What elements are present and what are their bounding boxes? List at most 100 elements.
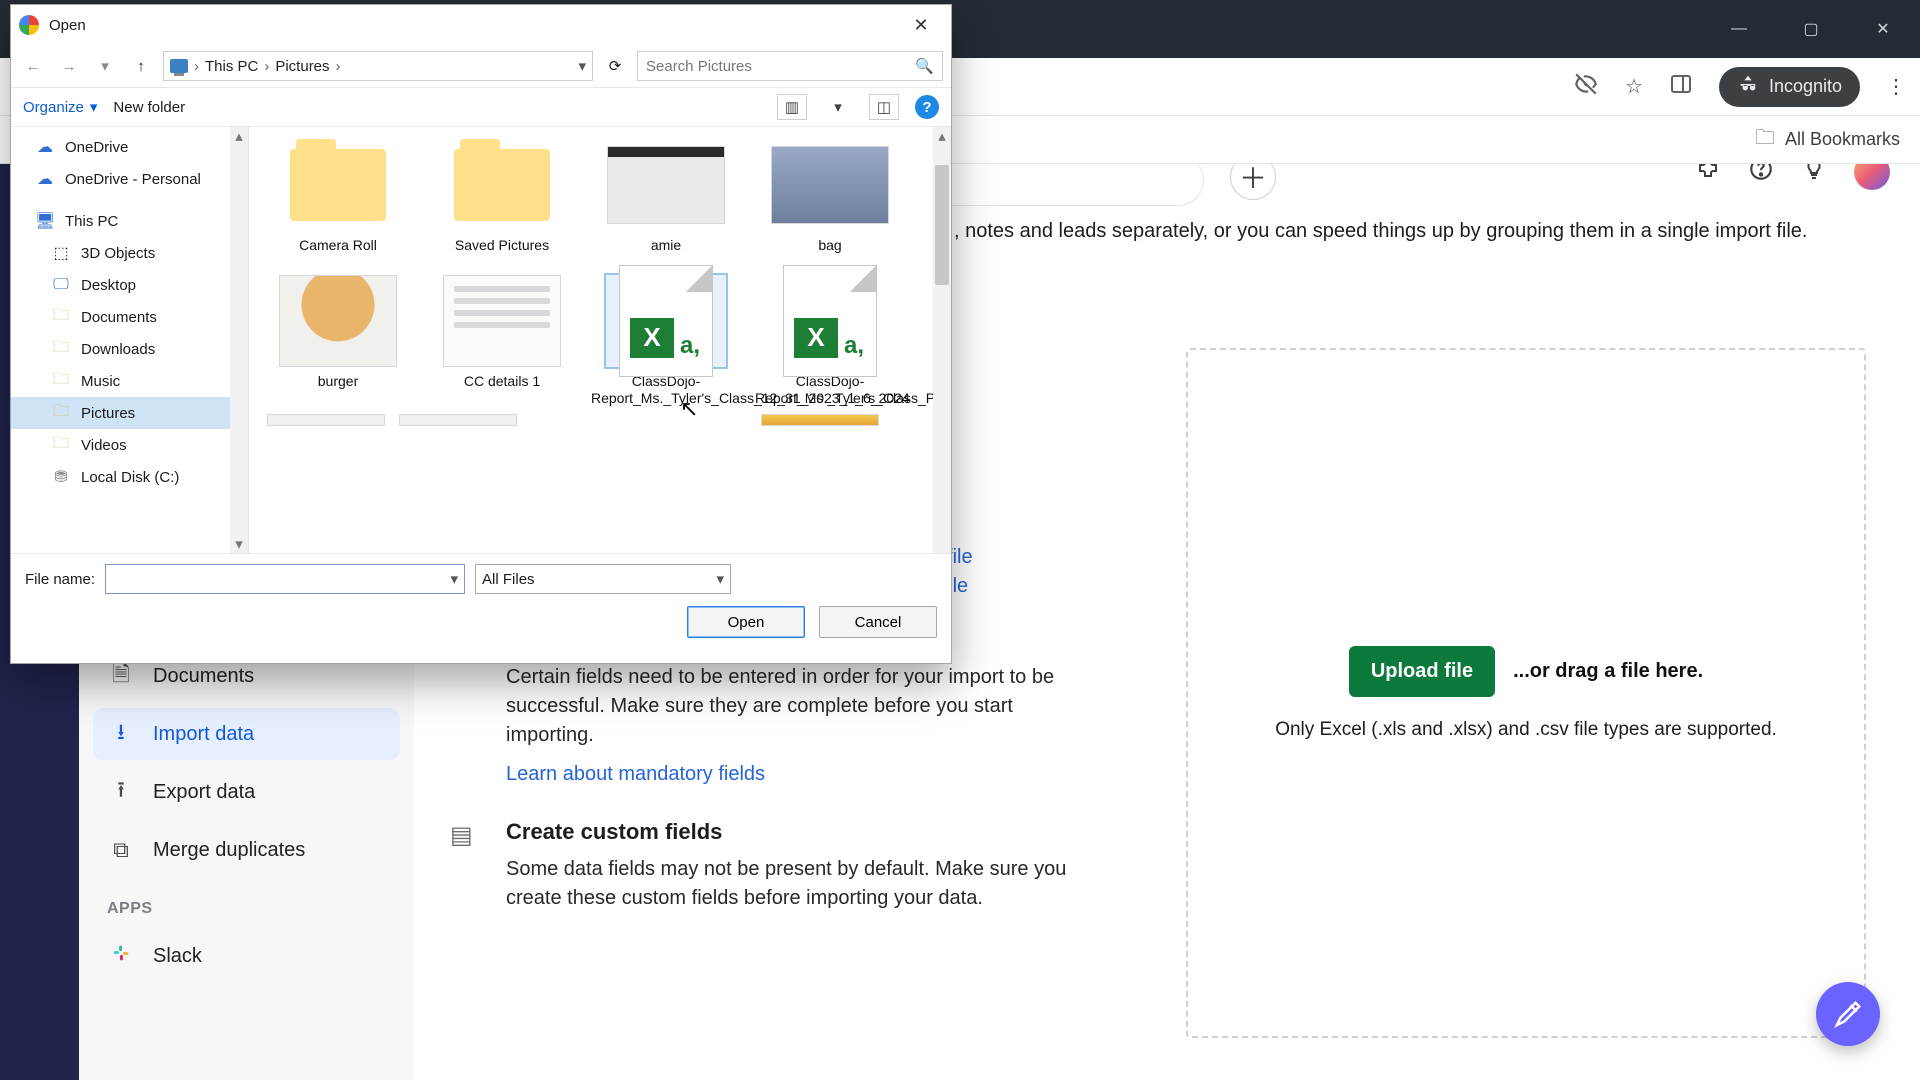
folder-icon: 🗀 xyxy=(1755,123,1775,157)
nav-back-button[interactable]: ← xyxy=(19,52,47,80)
side-panel-icon[interactable] xyxy=(1669,72,1693,102)
file-item-classdojo-report-1[interactable]: Xa, ClassDojo-Report_Ms._Tyler's_Class_1… xyxy=(591,275,741,408)
chrome-logo-icon xyxy=(19,15,39,35)
file-item-camera-roll[interactable]: Camera Roll xyxy=(263,139,413,255)
file-item-amie[interactable]: amie xyxy=(591,139,741,255)
excel-file-icon: Xa, xyxy=(619,265,713,377)
new-folder-button[interactable]: New folder xyxy=(113,99,185,116)
bulb-icon[interactable] xyxy=(1802,164,1826,188)
tree-item-3d-objects[interactable]: ⬚3D Objects xyxy=(11,237,248,269)
file-grid: Camera Roll Saved Pictures amie bag burg… xyxy=(249,127,951,553)
file-item-burger[interactable]: burger xyxy=(263,275,413,408)
upload-dropzone[interactable]: Upload file ...or drag a file here. Only… xyxy=(1186,348,1866,1038)
all-bookmarks-link[interactable]: All Bookmarks xyxy=(1785,129,1900,150)
open-button[interactable]: Open xyxy=(687,606,805,638)
help-icon[interactable] xyxy=(1748,164,1774,189)
address-breadcrumb[interactable]: › This PC › Pictures › ▾ xyxy=(163,51,593,81)
tree-scrollbar[interactable]: ▴▾ xyxy=(230,127,248,553)
tree-item-desktop[interactable]: 🖵Desktop xyxy=(11,269,248,301)
excel-file-icon: Xa, xyxy=(783,265,877,377)
section-body: Certain fields need to be entered in ord… xyxy=(506,663,1096,750)
incognito-icon xyxy=(1737,73,1759,100)
dialog-titlebar: Open ✕ xyxy=(11,5,951,45)
section-custom-fields: ▤ Create custom fields Some data fields … xyxy=(450,819,1190,913)
chevron-down-icon[interactable]: ▾ xyxy=(451,570,459,588)
window-maximize-button[interactable]: ▢ xyxy=(1788,11,1834,47)
sidebar-item-slack[interactable]: Slack xyxy=(93,930,400,982)
refresh-button[interactable]: ⟳ xyxy=(601,52,629,80)
address-dropdown-icon[interactable]: ▾ xyxy=(578,57,586,75)
dialog-bottom-controls: File name: ▾ All Files ▾ Open Cancel xyxy=(11,553,951,663)
incognito-chip[interactable]: Incognito xyxy=(1719,67,1860,107)
tree-item-videos[interactable]: 🗀Videos xyxy=(11,429,248,461)
extensions-icon[interactable] xyxy=(1696,164,1720,188)
file-name-input[interactable] xyxy=(112,571,450,587)
page-top-right-tools xyxy=(1696,164,1890,190)
dialog-toolbar: Organize ▾ New folder ▥ ▾ ◫ ? xyxy=(11,87,951,127)
tree-item-local-disk[interactable]: ⛃Local Disk (C:) xyxy=(11,461,248,493)
section-title: Create custom fields xyxy=(506,819,1096,845)
sidebar-item-merge-duplicates[interactable]: ⧉ Merge duplicates xyxy=(93,824,400,876)
file-item-saved-pictures[interactable]: Saved Pictures xyxy=(427,139,577,255)
tree-item-onedrive[interactable]: ☁OneDrive xyxy=(11,131,248,163)
folder-icon: 🗀 xyxy=(51,304,71,331)
image-thumbnail xyxy=(279,275,397,367)
sidebar-item-import-data[interactable]: ⭳ Import data xyxy=(93,708,400,760)
kebab-menu-icon[interactable]: ⋮ xyxy=(1886,74,1906,99)
cloud-icon: ☁ xyxy=(35,137,55,157)
pictures-folder-icon: 🗀 xyxy=(51,400,71,427)
search-input[interactable]: Search Pictures 🔍 xyxy=(637,51,943,81)
intro-text-fragment: , notes and leads separately, or you can… xyxy=(954,220,1807,243)
breadcrumb-folder[interactable]: Pictures xyxy=(275,58,329,75)
dialog-close-button[interactable]: ✕ xyxy=(899,9,943,41)
window-close-button[interactable]: ✕ xyxy=(1860,11,1906,47)
view-mode-button[interactable]: ▥ xyxy=(777,94,807,120)
file-item-classdojo-report-2[interactable]: Xa, ClassDojo-Report_Ms._Tyler's_Class_P… xyxy=(755,275,905,408)
sidebar-item-label: Import data xyxy=(153,723,254,746)
preview-pane-button[interactable]: ◫ xyxy=(869,94,899,120)
sidebar-item-label: Documents xyxy=(153,665,254,688)
upload-icon: ⭱ xyxy=(107,773,135,811)
desktop-icon: 🖵 xyxy=(51,276,71,294)
merge-icon: ⧉ xyxy=(107,837,135,863)
sidebar-heading-apps: APPS xyxy=(93,882,400,924)
file-name-combo[interactable]: ▾ xyxy=(105,564,465,594)
upload-file-button[interactable]: Upload file xyxy=(1349,646,1495,697)
sidebar-item-export-data[interactable]: ⭱ Export data xyxy=(93,766,400,818)
file-type-value: All Files xyxy=(482,571,535,588)
tree-item-documents[interactable]: 🗀Documents xyxy=(11,301,248,333)
cube-icon: ⬚ xyxy=(51,243,71,263)
incognito-label: Incognito xyxy=(1769,76,1842,97)
learn-mandatory-fields-link[interactable]: Learn about mandatory fields xyxy=(506,760,765,789)
view-dropdown-icon[interactable]: ▾ xyxy=(823,94,853,120)
files-scrollbar[interactable]: ▴ xyxy=(933,127,951,553)
chevron-right-icon: › xyxy=(336,58,341,75)
nav-up-button[interactable]: ↑ xyxy=(127,52,155,80)
organize-menu[interactable]: Organize ▾ xyxy=(23,98,97,116)
add-button[interactable]: ＋ xyxy=(1230,164,1276,200)
avatar[interactable] xyxy=(1854,164,1890,190)
file-name-label: File name: xyxy=(25,571,95,588)
slack-icon xyxy=(107,942,135,970)
chevron-down-icon: ▾ xyxy=(90,98,98,116)
tree-item-this-pc[interactable]: 🖥This PC xyxy=(11,205,248,237)
visibility-off-icon[interactable] xyxy=(1573,71,1599,103)
star-icon[interactable]: ☆ xyxy=(1625,74,1643,99)
tree-item-music[interactable]: 🗀Music xyxy=(11,365,248,397)
dialog-help-button[interactable]: ? xyxy=(915,95,939,119)
tree-item-pictures[interactable]: 🗀Pictures xyxy=(11,397,248,429)
tree-item-onedrive-personal[interactable]: ☁OneDrive - Personal xyxy=(11,163,248,195)
file-item-cc-details[interactable]: CC details 1 xyxy=(427,275,577,408)
file-type-combo[interactable]: All Files ▾ xyxy=(475,564,731,594)
breadcrumb-root[interactable]: This PC xyxy=(205,58,258,75)
folder-icon xyxy=(290,149,386,221)
help-fab[interactable] xyxy=(1816,982,1880,1046)
nav-recent-dropdown[interactable]: ▾ xyxy=(91,52,119,80)
pc-icon xyxy=(170,59,188,73)
window-minimize-button[interactable]: ― xyxy=(1716,11,1762,47)
file-item-bag[interactable]: bag xyxy=(755,139,905,255)
tree-item-downloads[interactable]: 🗀Downloads xyxy=(11,333,248,365)
dialog-title: Open xyxy=(49,17,86,34)
section-body: Some data fields may not be present by d… xyxy=(506,855,1096,913)
cancel-button[interactable]: Cancel xyxy=(819,606,937,638)
